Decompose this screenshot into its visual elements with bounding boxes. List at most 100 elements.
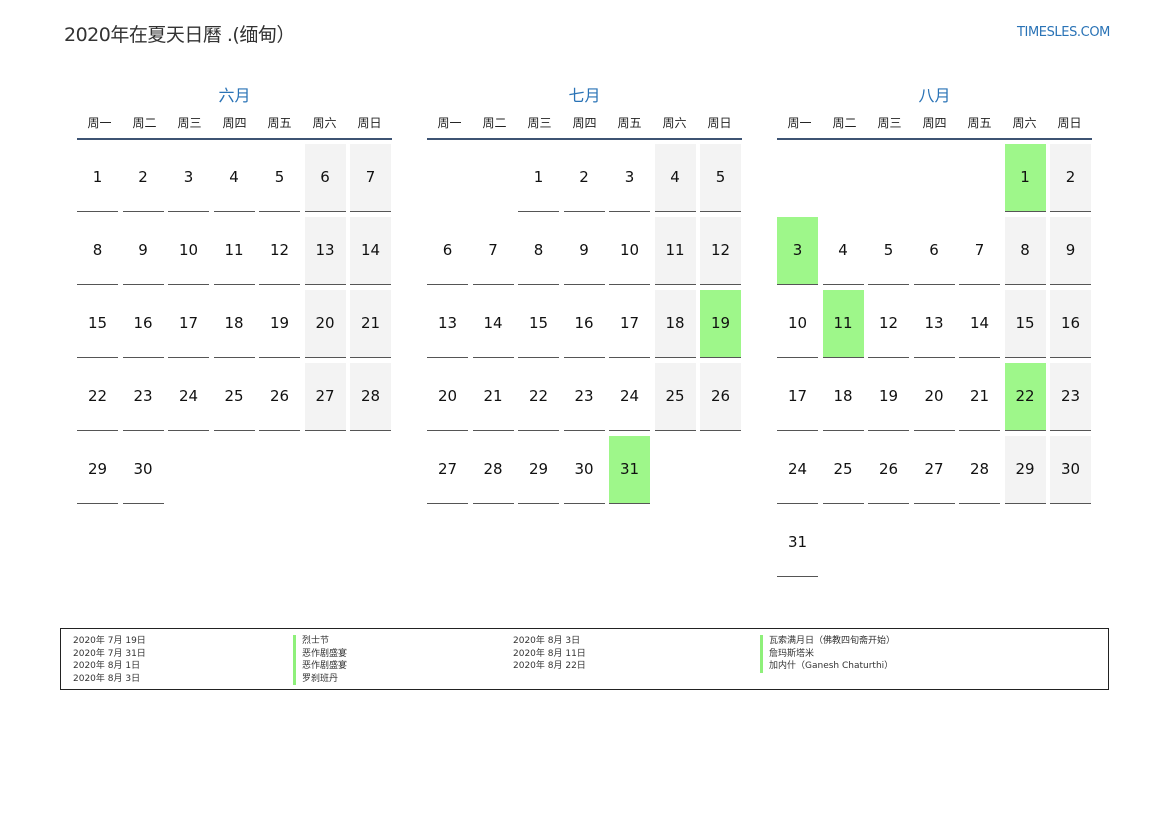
day-cell: 13 (304, 217, 346, 285)
day-cell: 16 (1050, 290, 1091, 358)
legend-date: 2020年 7月 19日 (73, 636, 146, 646)
legend-holiday-name: 烈士节 (293, 635, 347, 648)
day-cell: 20 (913, 363, 955, 431)
day-cell: 4 (654, 144, 696, 212)
day-cell: 25 (654, 363, 696, 431)
day-cell: 21 (472, 363, 514, 431)
day-cell: 28 (472, 436, 514, 504)
day-cell: 30 (563, 436, 605, 504)
legend-date: 2020年 8月 3日 (73, 673, 141, 684)
day-cell: 18 (654, 290, 696, 358)
day-cell: 30 (1050, 436, 1091, 504)
weekday-mon: 周一 (787, 116, 812, 130)
weekday-sat: 周六 (312, 116, 337, 130)
day-cell: 16 (122, 290, 164, 358)
day-cell: 10 (609, 217, 650, 285)
day-cell: 23 (122, 363, 164, 431)
day-cell: 8 (77, 217, 118, 285)
day-cell: 12 (868, 290, 909, 358)
day-cell: 31 (777, 509, 818, 577)
weekday-wed: 周三 (877, 116, 902, 130)
day-cell: 28 (959, 436, 1000, 504)
weekday-thu: 周四 (572, 116, 597, 130)
day-cell: 14 (350, 217, 391, 285)
day-cell: 12 (700, 217, 741, 285)
day-cell: 11 (213, 217, 255, 285)
day-cell-holiday: 11 (822, 290, 864, 358)
weekday-sat: 周六 (662, 116, 687, 130)
month-june: 六月 周一 周二 周三 周四 周五 周六 周日 1 2 3 4 5 6 7 8 9 10 11 12 1… (77, 84, 392, 509)
day-cell: 13 (427, 290, 468, 358)
day-cell: 19 (868, 363, 909, 431)
legend-names-col2: 瓦索满月日（佛教四旬斋开始） 詹玛斯塔米 加内什（Ganesh Chaturth… (760, 635, 895, 673)
day-cell: 4 (822, 217, 864, 285)
day-cell: 29 (518, 436, 559, 504)
legend-holiday-name: 詹玛斯塔米 (760, 647, 895, 660)
day-cell: 2 (1050, 144, 1091, 212)
weekday-thu: 周四 (922, 116, 947, 130)
day-cell: 3 (168, 144, 209, 212)
legend-date: 2020年 8月 11日 (513, 648, 586, 659)
day-cell: 7 (959, 217, 1000, 285)
day-cell: 6 (304, 144, 346, 212)
day-cell: 6 (913, 217, 955, 285)
day-cell: 14 (472, 290, 514, 358)
day-cell: 7 (350, 144, 391, 212)
day-cell: 26 (868, 436, 909, 504)
day-cell: 15 (77, 290, 118, 358)
day-cell: 25 (213, 363, 255, 431)
month-name: 八月 (918, 86, 951, 105)
day-cell: 24 (609, 363, 650, 431)
legend-date: 2020年 8月 1日 (73, 661, 141, 671)
day-cell: 17 (609, 290, 650, 358)
weekday-sat: 周六 (1012, 116, 1037, 130)
day-grid: 1 2 3 4 5 6 7 8 9 10 11 12 13 14 15 16 17 18 19 20 21 22 23 24 2… (777, 144, 1092, 582)
day-cell: 18 (822, 363, 864, 431)
legend-holiday-name: 恶作剧盛宴 (293, 660, 347, 673)
day-cell: 15 (1004, 290, 1046, 358)
day-cell: 2 (563, 144, 605, 212)
weekday-fri: 周五 (617, 116, 642, 130)
day-cell: 27 (427, 436, 468, 504)
day-cell: 4 (213, 144, 255, 212)
day-cell: 10 (777, 290, 818, 358)
day-cell: 29 (77, 436, 118, 504)
day-cell: 5 (259, 144, 300, 212)
legend-date: 2020年 8月 22日 (513, 661, 586, 671)
day-cell: 20 (304, 290, 346, 358)
site-brand[interactable]: TIMESLES.COM (1017, 25, 1110, 40)
day-cell: 13 (913, 290, 955, 358)
day-cell: 23 (1050, 363, 1091, 431)
day-cell: 26 (259, 363, 300, 431)
legend-holiday-name: 罗刹班丹 (293, 672, 347, 685)
day-cell: 20 (427, 363, 468, 431)
day-cell: 27 (304, 363, 346, 431)
day-cell-holiday: 19 (700, 290, 741, 358)
weekday-mon: 周一 (437, 116, 462, 130)
day-cell: 10 (168, 217, 209, 285)
month-name: 六月 (218, 86, 251, 105)
day-cell: 9 (563, 217, 605, 285)
day-cell: 27 (913, 436, 955, 504)
day-grid: 1 2 3 4 5 6 7 8 9 10 11 12 13 14 15 16 17 18 19 20 21 22 23 24 2… (427, 144, 742, 509)
day-cell: 24 (168, 363, 209, 431)
legend-names-col1: 烈士节 恶作剧盛宴 恶作剧盛宴 罗刹班丹 (293, 635, 347, 685)
day-cell: 19 (259, 290, 300, 358)
legend-dates-col2: 2020年 8月 3日 2020年 8月 11日 2020年 8月 22日 (513, 635, 586, 673)
day-cell: 23 (563, 363, 605, 431)
weekday-header: 周一 周二 周三 周四 周五 周六 周日 (77, 108, 392, 140)
weekday-wed: 周三 (527, 116, 552, 130)
legend-holiday-name: 加内什（Ganesh Chaturthi） (760, 660, 895, 673)
page-title: 2020年在夏天日曆 .(缅甸） (64, 24, 295, 46)
day-cell: 25 (822, 436, 864, 504)
month-july: 七月 周一 周二 周三 周四 周五 周六 周日 1 2 3 4 5 6 7 8 9 10 11 12 1… (427, 84, 742, 509)
holiday-legend: 2020年 7月 19日 2020年 7月 31日 2020年 8月 1日 20… (60, 628, 1109, 690)
day-cell: 14 (959, 290, 1000, 358)
weekday-wed: 周三 (177, 116, 202, 130)
weekday-fri: 周五 (967, 116, 992, 130)
legend-holiday-name: 恶作剧盛宴 (293, 647, 347, 660)
weekday-fri: 周五 (267, 116, 292, 130)
weekday-header: 周一 周二 周三 周四 周五 周六 周日 (427, 108, 742, 140)
weekday-sun: 周日 (707, 116, 732, 130)
day-cell: 30 (122, 436, 164, 504)
